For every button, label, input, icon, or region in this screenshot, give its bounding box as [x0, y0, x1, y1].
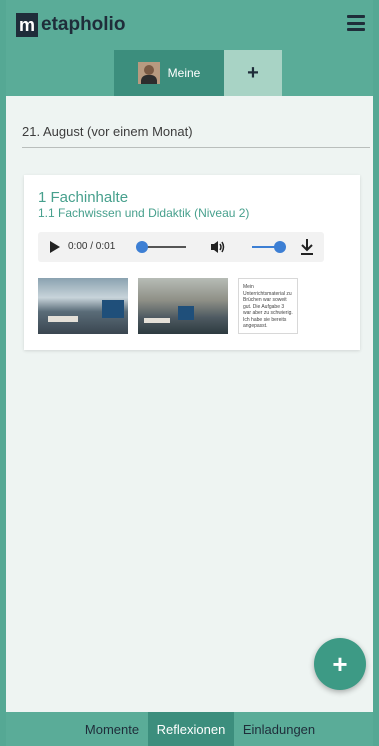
tab-row: Meine +	[6, 50, 373, 96]
tab-meine[interactable]: Meine	[114, 50, 224, 96]
bottom-nav: Momente Reflexionen Einladungen	[6, 712, 373, 746]
play-icon[interactable]	[50, 241, 60, 253]
logo-text: etapholio	[41, 14, 126, 35]
seek-knob[interactable]	[136, 241, 148, 253]
app-frame: m etapholio Meine + 21. August (vor eine…	[0, 0, 379, 746]
nav-momente[interactable]: Momente	[76, 712, 148, 746]
audio-player: 0:00 / 0:01	[38, 232, 324, 262]
audio-time: 0:00 / 0:01	[68, 241, 116, 252]
top-bar: m etapholio	[6, 0, 373, 50]
add-button[interactable]: +	[314, 638, 366, 690]
volume-knob[interactable]	[274, 241, 286, 253]
reflection-card[interactable]: 1 Fachinhalte 1.1 Fachwissen und Didakti…	[24, 175, 360, 350]
download-icon[interactable]	[300, 238, 314, 256]
logo-mark: m	[16, 13, 38, 37]
seek-track[interactable]	[142, 246, 186, 248]
add-tab-button[interactable]: +	[224, 50, 282, 96]
nav-reflexionen[interactable]: Reflexionen	[148, 712, 234, 746]
hamburger-icon[interactable]	[347, 15, 365, 31]
volume-icon[interactable]	[210, 240, 226, 254]
avatar	[137, 62, 160, 84]
note-thumbnail[interactable]: Mein Unterrichtsmaterial zu Brüchen war …	[238, 278, 298, 334]
card-title: 1 Fachinhalte	[38, 189, 129, 206]
tab-meine-label: Meine	[167, 66, 201, 80]
photo-thumbnail[interactable]	[38, 278, 128, 334]
photo-thumbnail[interactable]	[138, 278, 228, 334]
card-subtitle: 1.1 Fachwissen und Didaktik (Niveau 2)	[38, 206, 250, 220]
nav-einladungen[interactable]: Einladungen	[234, 712, 324, 746]
date-heading: 21. August (vor einem Monat)	[22, 124, 370, 148]
